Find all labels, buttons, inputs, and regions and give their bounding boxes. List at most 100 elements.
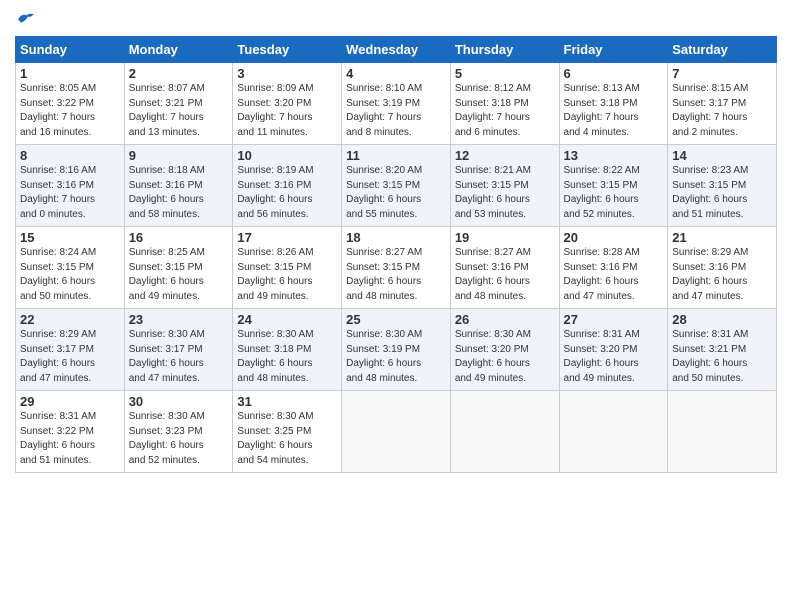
logo-bird-icon — [17, 10, 35, 28]
calendar-week-row: 1Sunrise: 8:05 AM Sunset: 3:22 PM Daylig… — [16, 63, 777, 145]
day-number: 7 — [672, 66, 772, 81]
day-info: Sunrise: 8:19 AM Sunset: 3:16 PM Dayligh… — [237, 164, 337, 222]
day-number: 20 — [564, 230, 664, 245]
calendar-cell: 20Sunrise: 8:28 AM Sunset: 3:16 PM Dayli… — [559, 227, 668, 309]
day-number: 31 — [237, 394, 337, 409]
day-header: Wednesday — [342, 37, 451, 63]
calendar-week-row: 15Sunrise: 8:24 AM Sunset: 3:15 PM Dayli… — [16, 227, 777, 309]
day-number: 8 — [20, 148, 120, 163]
day-info: Sunrise: 8:31 AM Sunset: 3:22 PM Dayligh… — [20, 410, 120, 468]
day-info: Sunrise: 8:30 AM Sunset: 3:20 PM Dayligh… — [455, 328, 555, 386]
day-info: Sunrise: 8:25 AM Sunset: 3:15 PM Dayligh… — [129, 246, 229, 304]
calendar-cell — [342, 391, 451, 473]
day-number: 13 — [564, 148, 664, 163]
calendar-cell: 16Sunrise: 8:25 AM Sunset: 3:15 PM Dayli… — [124, 227, 233, 309]
header — [15, 10, 777, 28]
day-number: 29 — [20, 394, 120, 409]
day-info: Sunrise: 8:15 AM Sunset: 3:17 PM Dayligh… — [672, 82, 772, 140]
day-info: Sunrise: 8:12 AM Sunset: 3:18 PM Dayligh… — [455, 82, 555, 140]
calendar-week-row: 22Sunrise: 8:29 AM Sunset: 3:17 PM Dayli… — [16, 309, 777, 391]
day-number: 14 — [672, 148, 772, 163]
calendar-cell: 29Sunrise: 8:31 AM Sunset: 3:22 PM Dayli… — [16, 391, 125, 473]
calendar-cell: 27Sunrise: 8:31 AM Sunset: 3:20 PM Dayli… — [559, 309, 668, 391]
day-info: Sunrise: 8:13 AM Sunset: 3:18 PM Dayligh… — [564, 82, 664, 140]
calendar-cell: 6Sunrise: 8:13 AM Sunset: 3:18 PM Daylig… — [559, 63, 668, 145]
day-number: 3 — [237, 66, 337, 81]
day-info: Sunrise: 8:27 AM Sunset: 3:15 PM Dayligh… — [346, 246, 446, 304]
day-number: 10 — [237, 148, 337, 163]
calendar-cell: 12Sunrise: 8:21 AM Sunset: 3:15 PM Dayli… — [450, 145, 559, 227]
day-info: Sunrise: 8:21 AM Sunset: 3:15 PM Dayligh… — [455, 164, 555, 222]
calendar-cell: 1Sunrise: 8:05 AM Sunset: 3:22 PM Daylig… — [16, 63, 125, 145]
day-info: Sunrise: 8:30 AM Sunset: 3:25 PM Dayligh… — [237, 410, 337, 468]
calendar-cell: 13Sunrise: 8:22 AM Sunset: 3:15 PM Dayli… — [559, 145, 668, 227]
day-header: Thursday — [450, 37, 559, 63]
day-info: Sunrise: 8:28 AM Sunset: 3:16 PM Dayligh… — [564, 246, 664, 304]
calendar-cell: 21Sunrise: 8:29 AM Sunset: 3:16 PM Dayli… — [668, 227, 777, 309]
day-info: Sunrise: 8:07 AM Sunset: 3:21 PM Dayligh… — [129, 82, 229, 140]
calendar-cell: 25Sunrise: 8:30 AM Sunset: 3:19 PM Dayli… — [342, 309, 451, 391]
calendar-cell: 10Sunrise: 8:19 AM Sunset: 3:16 PM Dayli… — [233, 145, 342, 227]
day-info: Sunrise: 8:29 AM Sunset: 3:17 PM Dayligh… — [20, 328, 120, 386]
day-number: 6 — [564, 66, 664, 81]
header-row: SundayMondayTuesdayWednesdayThursdayFrid… — [16, 37, 777, 63]
day-info: Sunrise: 8:20 AM Sunset: 3:15 PM Dayligh… — [346, 164, 446, 222]
day-info: Sunrise: 8:30 AM Sunset: 3:19 PM Dayligh… — [346, 328, 446, 386]
calendar-cell: 5Sunrise: 8:12 AM Sunset: 3:18 PM Daylig… — [450, 63, 559, 145]
day-number: 22 — [20, 312, 120, 327]
day-info: Sunrise: 8:05 AM Sunset: 3:22 PM Dayligh… — [20, 82, 120, 140]
calendar-table: SundayMondayTuesdayWednesdayThursdayFrid… — [15, 36, 777, 473]
day-number: 12 — [455, 148, 555, 163]
calendar-cell: 23Sunrise: 8:30 AM Sunset: 3:17 PM Dayli… — [124, 309, 233, 391]
calendar-cell: 17Sunrise: 8:26 AM Sunset: 3:15 PM Dayli… — [233, 227, 342, 309]
calendar-cell — [668, 391, 777, 473]
day-number: 16 — [129, 230, 229, 245]
calendar-cell: 22Sunrise: 8:29 AM Sunset: 3:17 PM Dayli… — [16, 309, 125, 391]
day-number: 18 — [346, 230, 446, 245]
day-number: 19 — [455, 230, 555, 245]
day-header: Tuesday — [233, 37, 342, 63]
calendar-cell: 9Sunrise: 8:18 AM Sunset: 3:16 PM Daylig… — [124, 145, 233, 227]
calendar-cell: 18Sunrise: 8:27 AM Sunset: 3:15 PM Dayli… — [342, 227, 451, 309]
calendar-cell: 3Sunrise: 8:09 AM Sunset: 3:20 PM Daylig… — [233, 63, 342, 145]
day-number: 4 — [346, 66, 446, 81]
day-number: 24 — [237, 312, 337, 327]
calendar-cell: 11Sunrise: 8:20 AM Sunset: 3:15 PM Dayli… — [342, 145, 451, 227]
day-info: Sunrise: 8:31 AM Sunset: 3:20 PM Dayligh… — [564, 328, 664, 386]
day-header: Friday — [559, 37, 668, 63]
calendar-cell: 15Sunrise: 8:24 AM Sunset: 3:15 PM Dayli… — [16, 227, 125, 309]
day-number: 2 — [129, 66, 229, 81]
calendar-cell: 19Sunrise: 8:27 AM Sunset: 3:16 PM Dayli… — [450, 227, 559, 309]
day-number: 26 — [455, 312, 555, 327]
calendar-cell: 14Sunrise: 8:23 AM Sunset: 3:15 PM Dayli… — [668, 145, 777, 227]
day-number: 27 — [564, 312, 664, 327]
calendar-cell: 28Sunrise: 8:31 AM Sunset: 3:21 PM Dayli… — [668, 309, 777, 391]
day-number: 21 — [672, 230, 772, 245]
day-info: Sunrise: 8:29 AM Sunset: 3:16 PM Dayligh… — [672, 246, 772, 304]
day-info: Sunrise: 8:30 AM Sunset: 3:18 PM Dayligh… — [237, 328, 337, 386]
calendar-week-row: 8Sunrise: 8:16 AM Sunset: 3:16 PM Daylig… — [16, 145, 777, 227]
day-info: Sunrise: 8:16 AM Sunset: 3:16 PM Dayligh… — [20, 164, 120, 222]
day-number: 9 — [129, 148, 229, 163]
day-number: 25 — [346, 312, 446, 327]
day-info: Sunrise: 8:30 AM Sunset: 3:17 PM Dayligh… — [129, 328, 229, 386]
day-number: 23 — [129, 312, 229, 327]
calendar-week-row: 29Sunrise: 8:31 AM Sunset: 3:22 PM Dayli… — [16, 391, 777, 473]
day-number: 15 — [20, 230, 120, 245]
calendar-cell: 26Sunrise: 8:30 AM Sunset: 3:20 PM Dayli… — [450, 309, 559, 391]
calendar-cell: 31Sunrise: 8:30 AM Sunset: 3:25 PM Dayli… — [233, 391, 342, 473]
day-info: Sunrise: 8:26 AM Sunset: 3:15 PM Dayligh… — [237, 246, 337, 304]
day-info: Sunrise: 8:09 AM Sunset: 3:20 PM Dayligh… — [237, 82, 337, 140]
logo — [15, 10, 35, 28]
day-info: Sunrise: 8:30 AM Sunset: 3:23 PM Dayligh… — [129, 410, 229, 468]
day-header: Monday — [124, 37, 233, 63]
calendar-cell: 4Sunrise: 8:10 AM Sunset: 3:19 PM Daylig… — [342, 63, 451, 145]
day-number: 11 — [346, 148, 446, 163]
calendar-cell — [450, 391, 559, 473]
day-number: 30 — [129, 394, 229, 409]
day-info: Sunrise: 8:27 AM Sunset: 3:16 PM Dayligh… — [455, 246, 555, 304]
day-info: Sunrise: 8:10 AM Sunset: 3:19 PM Dayligh… — [346, 82, 446, 140]
day-number: 1 — [20, 66, 120, 81]
calendar-cell: 7Sunrise: 8:15 AM Sunset: 3:17 PM Daylig… — [668, 63, 777, 145]
page: SundayMondayTuesdayWednesdayThursdayFrid… — [0, 0, 792, 483]
